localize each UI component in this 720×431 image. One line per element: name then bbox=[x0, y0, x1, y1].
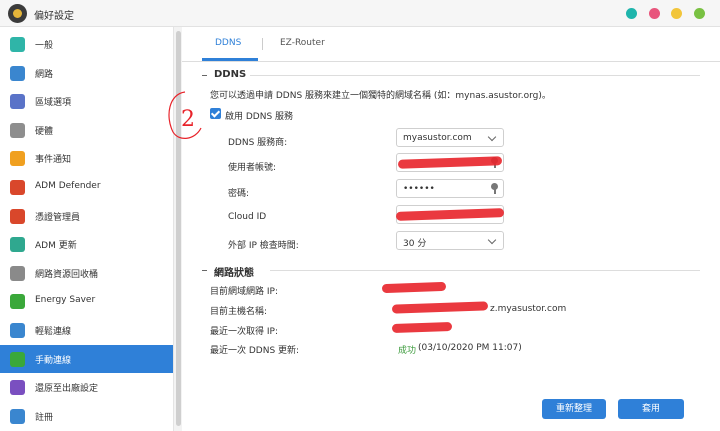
redaction-mark bbox=[391, 301, 489, 314]
section-divider bbox=[270, 270, 700, 271]
connect-icon bbox=[10, 351, 25, 367]
annotation-number: 2 bbox=[181, 107, 195, 132]
sidebar-item[interactable]: 輕鬆連線 bbox=[0, 316, 173, 344]
sidebar-item-label: 區域選項 bbox=[35, 98, 72, 109]
interval-label: 外部 IP 檢查時間: bbox=[228, 241, 299, 251]
last-update-label: 最近一次 DDNS 更新: bbox=[210, 346, 300, 356]
active-tab-indicator bbox=[202, 58, 258, 61]
sidebar-item-label: Energy Saver bbox=[35, 295, 96, 306]
sidebar-item[interactable]: 區域選項 bbox=[0, 87, 173, 115]
globe-icon bbox=[10, 65, 25, 81]
ddns-section-title: DDNS bbox=[214, 69, 247, 80]
sidebar-item-label: 網路 bbox=[35, 69, 54, 80]
window-control-green[interactable] bbox=[694, 8, 705, 19]
sidebar-item-label: ADM Defender bbox=[35, 181, 101, 191]
username-label: 使用者帳號: bbox=[228, 163, 277, 173]
sidebar-item[interactable]: 一般 bbox=[0, 30, 173, 58]
enable-ddns-checkbox[interactable] bbox=[210, 108, 221, 119]
cloud-icon bbox=[10, 323, 25, 338]
sidebar-item-label: 輕鬆連線 bbox=[35, 327, 72, 337]
sidebar-item[interactable]: 憑證管理員 bbox=[0, 202, 173, 230]
title-bar: 偏好設定 bbox=[0, 0, 720, 27]
sidebar-item[interactable]: 手動連線 bbox=[0, 344, 173, 373]
window-control-pink[interactable] bbox=[649, 8, 660, 19]
sidebar-item[interactable]: 還原至出廠設定 bbox=[0, 373, 173, 401]
register-icon bbox=[10, 408, 25, 424]
sidebar-item-label: 一般 bbox=[35, 41, 54, 51]
sidebar-item-label: 手動連線 bbox=[35, 355, 72, 366]
sidebar-item[interactable]: Energy Saver bbox=[0, 287, 173, 315]
sidebar-item[interactable]: 事件通知 bbox=[0, 144, 173, 172]
chevron-down-icon bbox=[487, 235, 497, 245]
interval-select[interactable]: 30 分 bbox=[396, 231, 504, 250]
sidebar-item[interactable]: ADM Defender bbox=[0, 173, 173, 201]
apply-button[interactable]: 套用 bbox=[618, 399, 684, 419]
reset-icon bbox=[10, 380, 25, 396]
password-label: 密碼: bbox=[228, 189, 250, 199]
tab-divider bbox=[262, 38, 263, 50]
last-ip-label: 最近一次取得 IP: bbox=[210, 327, 278, 337]
sidebar-item[interactable]: ADM 更新 bbox=[0, 230, 173, 258]
location-icon bbox=[10, 94, 25, 110]
recycle-bin-icon bbox=[10, 265, 25, 281]
window-title: 偏好設定 bbox=[34, 11, 74, 22]
sidebar-item[interactable]: 硬體 bbox=[0, 116, 173, 144]
sidebar-item-label: 還原至出廠設定 bbox=[35, 384, 99, 395]
hostname-label: 目前主機名稱: bbox=[210, 307, 268, 317]
tab-ddns[interactable]: DDNS bbox=[215, 38, 241, 48]
window-control-yellow[interactable] bbox=[671, 8, 682, 19]
tab-ez-router[interactable]: EZ-Router bbox=[280, 38, 325, 48]
provider-select[interactable]: myasustor.com bbox=[396, 128, 504, 147]
sidebar: 一般網路區域選項硬體事件通知 ADM Defender 憑證管理員 ADM 更新網路資… bbox=[0, 27, 173, 431]
password-field[interactable]: •••••• bbox=[396, 179, 504, 198]
key-icon bbox=[491, 183, 498, 194]
enable-ddns-label: 啟用 DDNS 服務 bbox=[225, 112, 294, 122]
reset-button[interactable]: 重新整理 bbox=[542, 399, 606, 419]
sidebar-item-label: ADM 更新 bbox=[35, 241, 77, 252]
provider-value: myasustor.com bbox=[403, 133, 472, 143]
current-ip-label: 目前網域網路 IP: bbox=[210, 287, 278, 297]
status-section-title: 網路狀態 bbox=[214, 268, 254, 279]
ddns-description: 您可以透過申請 DDNS 服務來建立一個獨特的網域名稱 (如：mynas.asu… bbox=[210, 91, 551, 101]
section-divider bbox=[250, 75, 700, 76]
tab-bar: DDNS EZ-Router bbox=[182, 27, 720, 62]
password-value: •••••• bbox=[403, 184, 435, 194]
last-update-status: 成功 bbox=[398, 346, 417, 356]
handwritten-annotation: 2 bbox=[168, 91, 202, 139]
firewall-icon bbox=[10, 180, 25, 195]
sidebar-item-label: 網路資源回收桶 bbox=[35, 269, 99, 280]
sidebar-item[interactable]: 網路資源回收桶 bbox=[0, 259, 173, 287]
hostname-value: z.myasustor.com bbox=[490, 304, 567, 314]
sidebar-item[interactable]: 註冊 bbox=[0, 402, 173, 430]
sidebar-item-label: 事件通知 bbox=[35, 155, 72, 166]
redaction-mark bbox=[391, 321, 453, 334]
main-panel: DDNS EZ-Router DDNS 您可以透過申請 DDNS 服務來建立一個… bbox=[182, 27, 720, 431]
hardware-icon bbox=[10, 122, 25, 138]
cloud-id-label: Cloud ID bbox=[228, 212, 267, 222]
certificate-icon bbox=[10, 208, 25, 224]
update-icon bbox=[10, 237, 25, 253]
energy-icon bbox=[10, 294, 25, 310]
sidebar-item-label: 硬體 bbox=[35, 126, 54, 137]
sidebar-item[interactable]: 網路 bbox=[0, 59, 173, 87]
section-bullet bbox=[202, 75, 207, 76]
redaction-mark bbox=[381, 281, 447, 294]
window-control-teal[interactable] bbox=[626, 8, 637, 19]
provider-label: DDNS 服務商: bbox=[228, 138, 288, 148]
last-update-time: (03/10/2020 PM 11:07) bbox=[418, 343, 522, 353]
section-bullet bbox=[202, 270, 207, 271]
settings-app-icon bbox=[8, 4, 27, 23]
sidebar-item-label: 註冊 bbox=[35, 412, 54, 423]
chevron-down-icon bbox=[487, 132, 497, 142]
sidebar-item-label: 憑證管理員 bbox=[35, 212, 81, 223]
interval-value: 30 分 bbox=[403, 239, 427, 249]
general-icon bbox=[10, 37, 25, 52]
alert-icon bbox=[10, 151, 25, 167]
